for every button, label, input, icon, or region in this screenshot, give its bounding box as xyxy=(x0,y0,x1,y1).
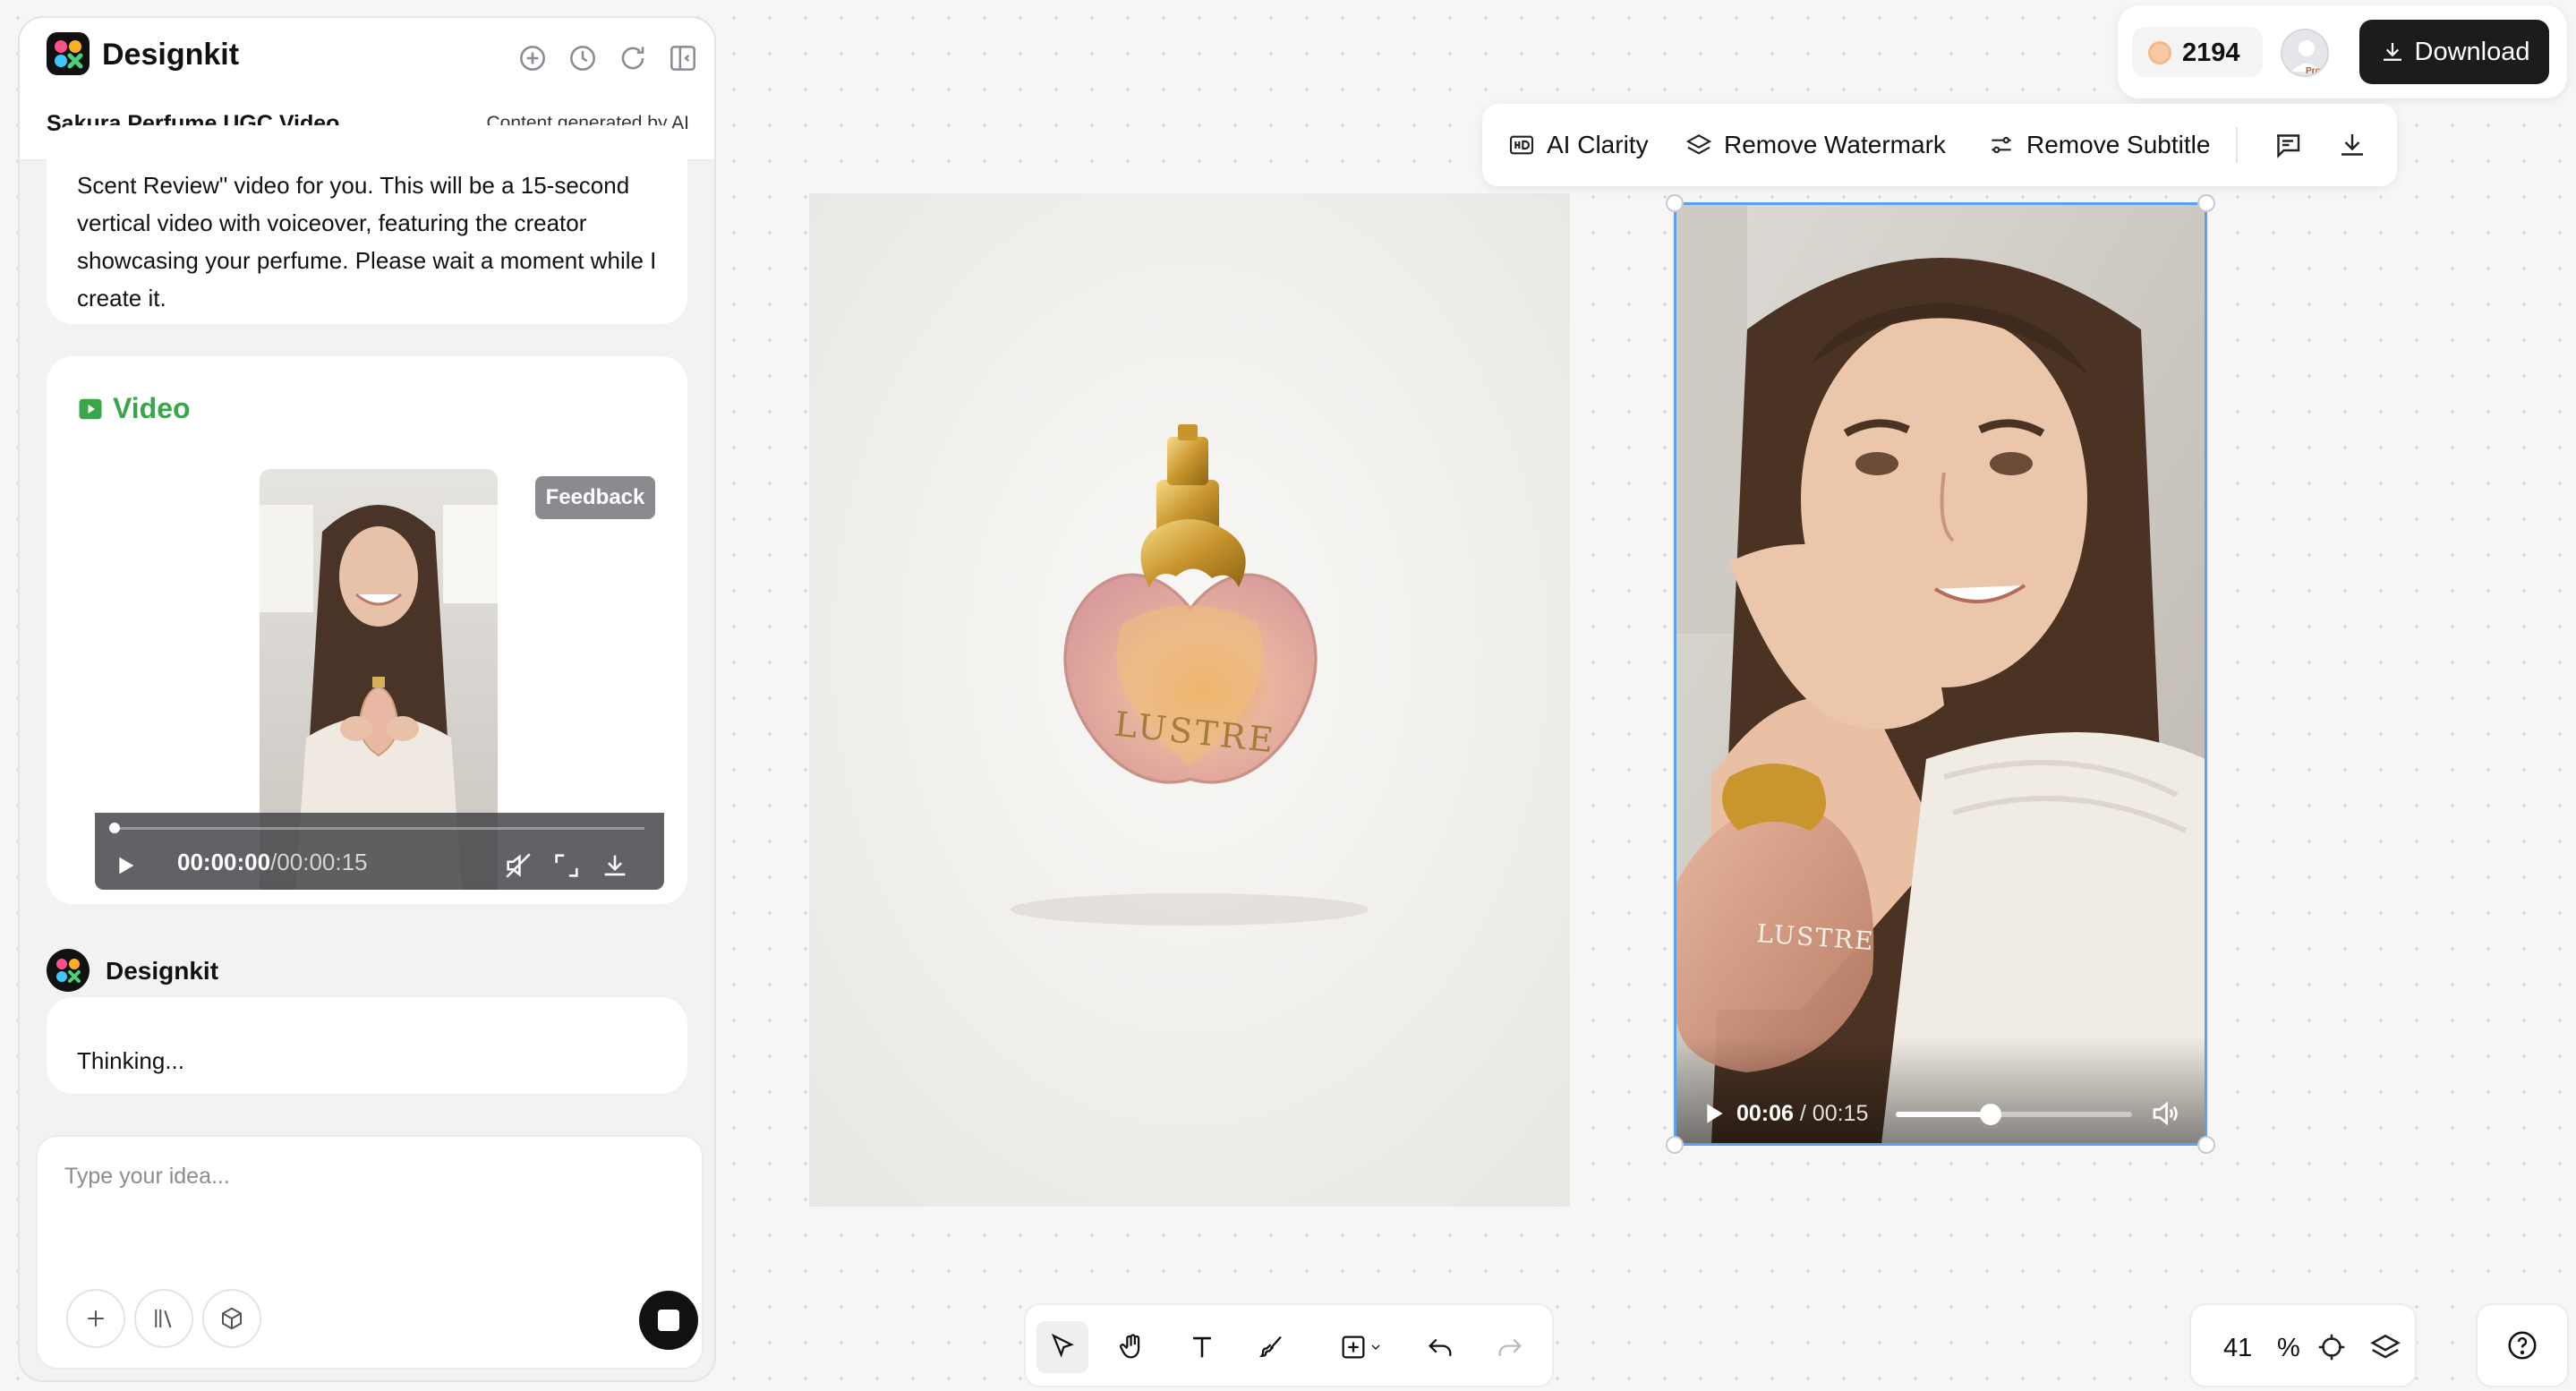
video-current-time: 00:06 xyxy=(1736,1101,1794,1126)
history-icon[interactable] xyxy=(566,41,600,75)
video-label-text: Video xyxy=(113,392,191,424)
plus-icon xyxy=(88,1310,104,1327)
hand-tool[interactable] xyxy=(1106,1321,1158,1373)
image-toolbar: AI Clarity Remove Watermark Remove Subti… xyxy=(1482,104,2397,186)
credits-value: 2194 xyxy=(2182,38,2240,67)
assistant-message-text: Scent Review" video for you. This will b… xyxy=(77,172,657,311)
account-bar: 2194 Pro Download xyxy=(2118,5,2567,98)
brush-icon xyxy=(1258,1336,1282,1358)
resize-handle-bottom-right[interactable] xyxy=(2197,1136,2215,1154)
remove-subtitle-label: Remove Subtitle xyxy=(2026,131,2211,158)
ai-clarity-button[interactable]: AI Clarity xyxy=(1507,125,1649,165)
download-image-icon[interactable] xyxy=(2336,129,2368,161)
library-button[interactable] xyxy=(134,1289,193,1348)
ai-clarity-label: AI Clarity xyxy=(1547,131,1649,158)
download-label: Download xyxy=(2414,37,2530,66)
layers-icon xyxy=(1685,134,1712,155)
coin-icon xyxy=(2148,41,2171,64)
resize-handle-bottom-left[interactable] xyxy=(1666,1136,1684,1154)
user-avatar[interactable]: Pro xyxy=(2281,29,2329,77)
video-card-time: 00:00:00/00:00:15 xyxy=(177,849,368,876)
agent-name: Designkit xyxy=(106,957,219,985)
video-icon xyxy=(79,398,102,419)
hand-icon xyxy=(1120,1334,1140,1359)
cube-icon xyxy=(222,1307,242,1330)
resize-handle-top-right[interactable] xyxy=(2197,194,2215,212)
video-card-current-time: 00:00:00 xyxy=(177,849,271,875)
undo-button[interactable] xyxy=(1414,1321,1466,1373)
fullscreen-icon[interactable] xyxy=(551,850,582,881)
text-tool[interactable] xyxy=(1176,1321,1228,1373)
composer xyxy=(36,1135,704,1370)
video-progress-fill xyxy=(1896,1112,1991,1117)
help-icon xyxy=(2508,1331,2537,1360)
volume-icon[interactable] xyxy=(2148,1097,2182,1130)
stop-generation-button[interactable] xyxy=(639,1291,698,1350)
chevron-down-icon xyxy=(1371,1344,1380,1350)
hd-icon xyxy=(1509,135,1534,155)
idea-input[interactable] xyxy=(64,1158,673,1194)
brand-name: Designkit xyxy=(102,38,240,72)
video-card-duration: /00:00:15 xyxy=(270,849,368,875)
video-card-controls: 00:00:00/00:00:15 xyxy=(95,813,664,890)
redo-icon xyxy=(1498,1338,1522,1356)
download-video-icon[interactable] xyxy=(600,850,630,881)
mute-icon[interactable] xyxy=(503,850,533,881)
canvas-video[interactable]: LUSTRE xyxy=(1676,204,2205,1144)
assets-button[interactable] xyxy=(202,1289,261,1348)
redo-button[interactable] xyxy=(1484,1321,1536,1373)
zoom-controls: 41 % xyxy=(2189,1303,2417,1387)
feedback-button[interactable]: Feedback xyxy=(535,476,655,519)
canvas-toolbar xyxy=(1024,1303,1554,1387)
fit-to-screen-icon[interactable] xyxy=(2315,1330,2349,1364)
video-card-label: Video xyxy=(77,392,191,425)
video-card-progress[interactable] xyxy=(109,823,644,833)
video-time: 00:06 / 00:15 xyxy=(1736,1101,1868,1127)
chat-panel: Designkit Sakura Perfume UGC Video Conte… xyxy=(18,16,716,1382)
download-icon xyxy=(2383,43,2401,61)
play-icon[interactable] xyxy=(111,850,140,881)
library-icon xyxy=(155,1310,172,1328)
comment-icon[interactable] xyxy=(2272,129,2304,161)
toolbar-divider xyxy=(2236,127,2238,163)
video-play-icon[interactable] xyxy=(1699,1099,1727,1128)
thinking-bubble xyxy=(47,997,687,1094)
layers-panel-icon[interactable] xyxy=(2368,1330,2402,1364)
remove-subtitle-button[interactable]: Remove Subtitle xyxy=(1987,125,2210,165)
stop-icon xyxy=(658,1310,679,1331)
video-progress-bar[interactable] xyxy=(1896,1104,2132,1125)
brush-tool[interactable] xyxy=(1246,1321,1298,1373)
sliders-icon xyxy=(1992,136,2011,154)
download-button[interactable]: Download xyxy=(2359,20,2549,84)
text-icon xyxy=(1193,1336,1211,1358)
resize-handle-top-left[interactable] xyxy=(1666,194,1684,212)
video-duration: / 00:15 xyxy=(1799,1101,1869,1126)
remove-watermark-button[interactable]: Remove Watermark xyxy=(1685,125,1946,165)
add-element-dropdown[interactable] xyxy=(1325,1321,1396,1373)
pro-badge: Pro xyxy=(2306,66,2321,76)
designkit-agent-avatar xyxy=(47,949,90,992)
new-chat-icon[interactable] xyxy=(516,41,550,75)
zoom-unit: % xyxy=(2277,1334,2300,1362)
remove-watermark-label: Remove Watermark xyxy=(1724,131,1946,158)
refresh-icon[interactable] xyxy=(616,41,650,75)
collapse-panel-icon[interactable] xyxy=(666,41,700,75)
add-box-icon xyxy=(1342,1336,1365,1359)
zoom-value[interactable]: 41 xyxy=(2223,1334,2252,1363)
select-tool[interactable] xyxy=(1036,1321,1088,1373)
video-progress-knob[interactable] xyxy=(1979,1104,2001,1125)
designkit-logo xyxy=(47,32,90,75)
help-button[interactable] xyxy=(2476,1303,2569,1387)
add-attachment-button[interactable] xyxy=(66,1289,125,1348)
thinking-text: Thinking... xyxy=(77,1047,184,1074)
cursor-icon xyxy=(1051,1333,1074,1358)
undo-icon xyxy=(1429,1338,1452,1356)
credits-pill[interactable]: 2194 xyxy=(2132,27,2263,77)
canvas-product-image[interactable]: LUSTRE xyxy=(809,193,1570,1207)
